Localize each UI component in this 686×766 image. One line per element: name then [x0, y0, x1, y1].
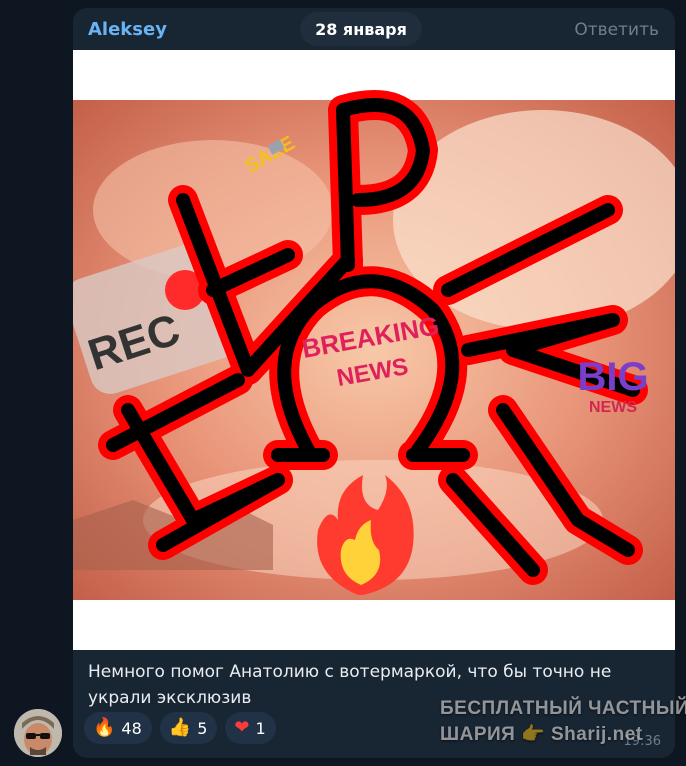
message-photo[interactable]: REC SALE BREAKING NEWS BIG NEWS — [73, 50, 675, 650]
date-badge[interactable]: 28 января — [300, 12, 422, 46]
message-header: Aleksey 28 января Ответить — [73, 8, 675, 50]
big-label: BIG — [577, 355, 648, 399]
avatar-image — [14, 709, 62, 757]
sender-name[interactable]: Aleksey — [88, 19, 167, 40]
reaction-count: 1 — [255, 718, 266, 738]
watermark-line-1: БЕСПЛАТНЫЙ ЧАСТНЫЙ — [440, 698, 686, 719]
watermark-line-2: ШАРИЯ 👉 Sharij.net — [440, 724, 643, 745]
reactions-bar: 🔥 48 👍 5 ❤ 1 — [84, 712, 276, 746]
fire-icon: 🔥 — [93, 717, 116, 738]
message-bubble: Aleksey 28 января Ответить REC SALE BREA… — [73, 8, 675, 758]
reply-button[interactable]: Ответить — [574, 20, 659, 40]
reaction-fire[interactable]: 🔥 48 — [84, 712, 152, 744]
thumbs-up-icon: 👍 — [168, 717, 192, 738]
sender-avatar[interactable] — [14, 709, 62, 757]
watermarked-photo: REC SALE BREAKING NEWS BIG NEWS — [73, 90, 675, 600]
big-news-label: NEWS — [589, 399, 637, 416]
channel-watermark: БЕСПЛАТНЫЙ ЧАСТНЫЙ ШАРИЯ 👉 Sharij.net — [440, 696, 686, 748]
reaction-count: 48 — [121, 718, 142, 738]
heart-icon: ❤ — [234, 717, 250, 738]
reaction-count: 5 — [197, 718, 208, 738]
date-label: 28 января — [315, 19, 407, 39]
reaction-thumbs-up[interactable]: 👍 5 — [159, 712, 218, 744]
reaction-heart[interactable]: ❤ 1 — [225, 712, 276, 744]
